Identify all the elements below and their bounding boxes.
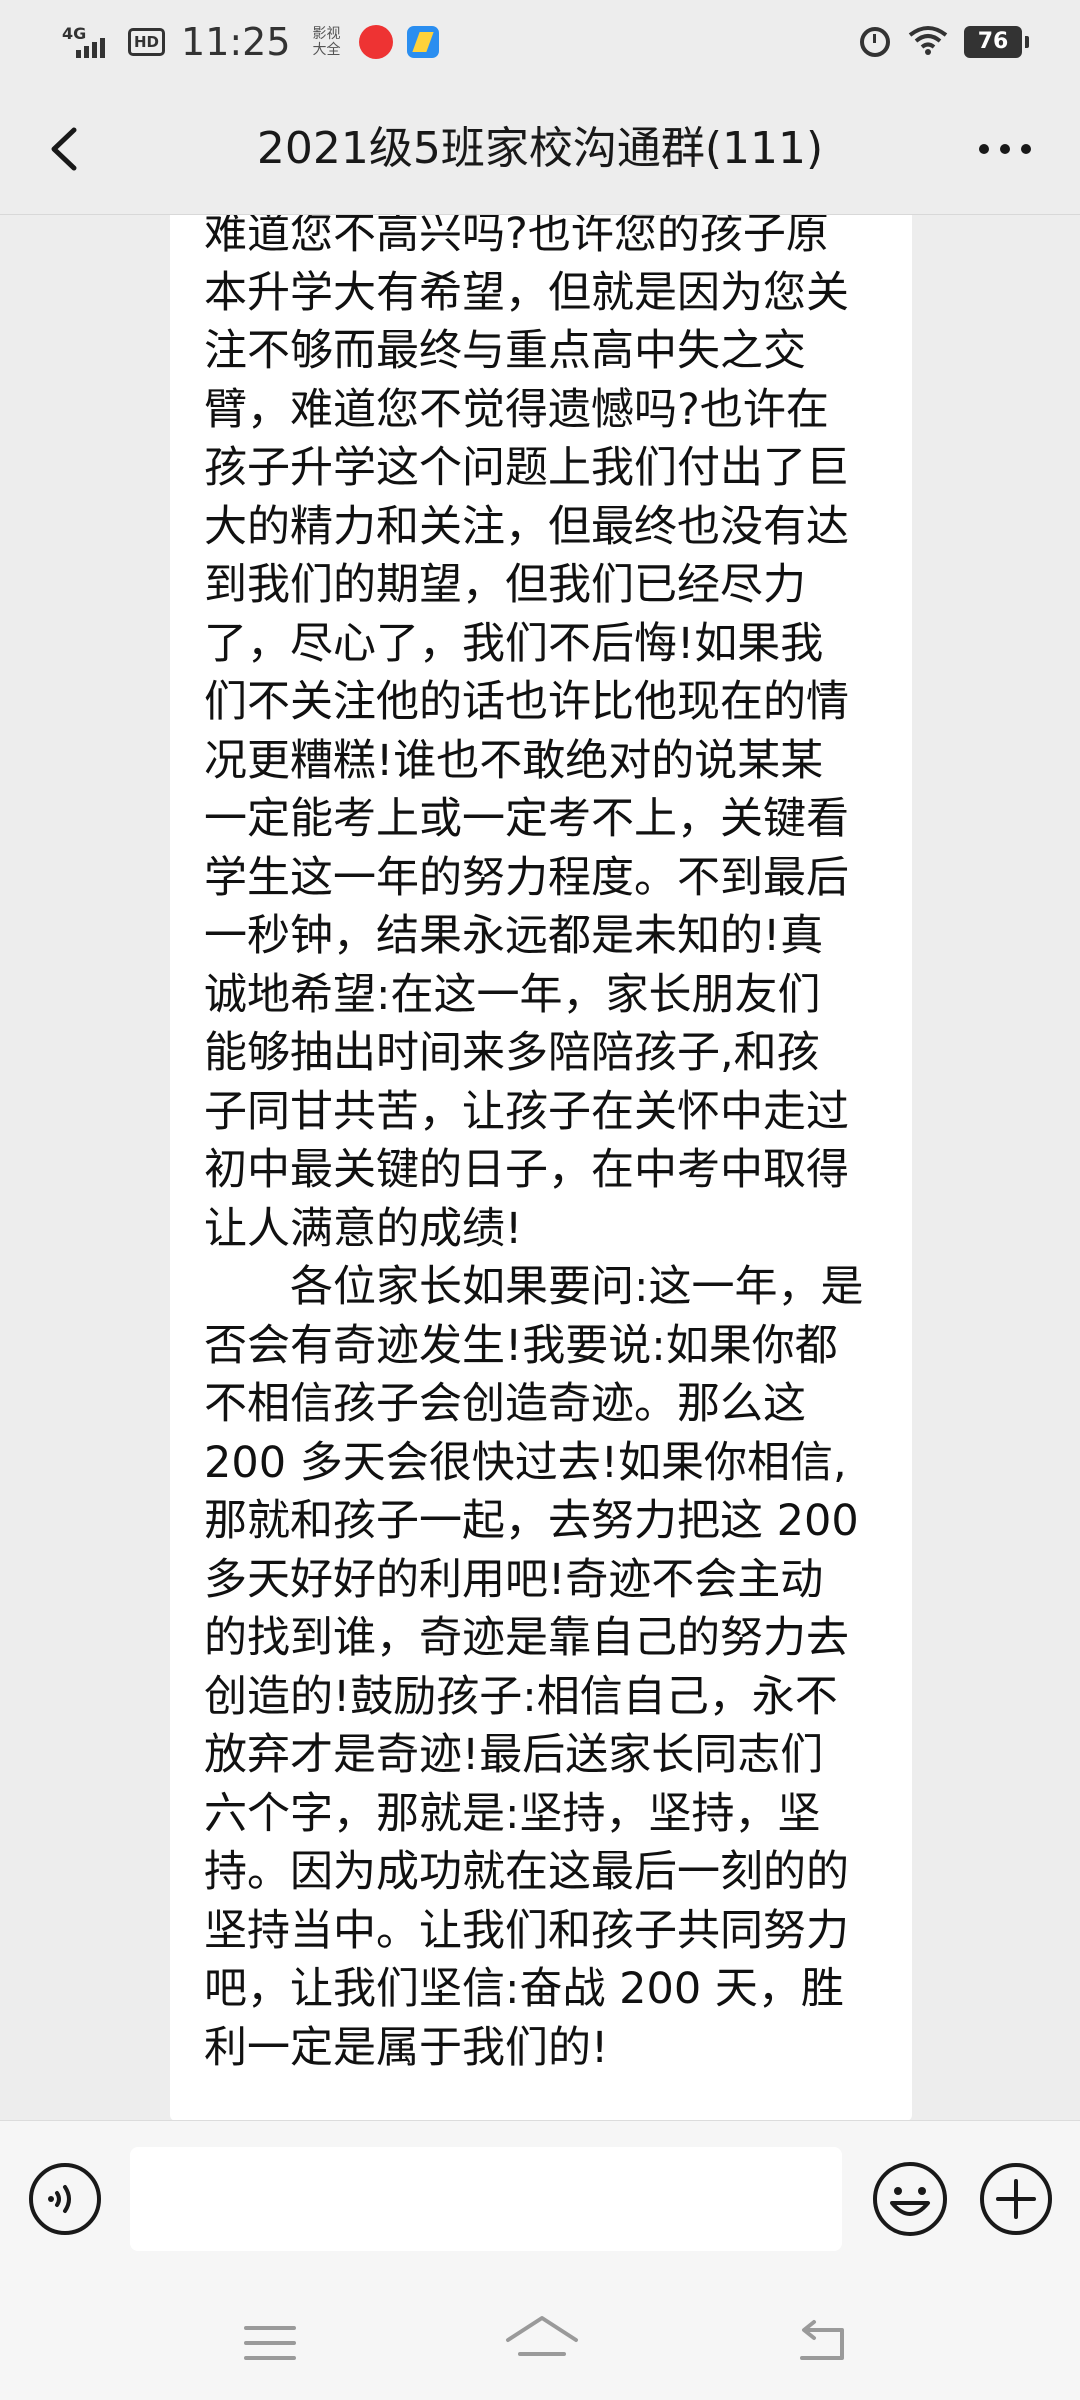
message-line: 让人满意的成绩! (204, 1203, 523, 1254)
back-nav-button[interactable] (792, 2316, 852, 2370)
menu-icon (244, 2326, 296, 2360)
back-button[interactable] (30, 114, 100, 184)
battery-indicator: 76 (964, 26, 1029, 58)
message-line: 一定能考上或一定考不上，关键看 (204, 794, 849, 844)
voice-button[interactable] (27, 2161, 103, 2237)
system-navigation-bar (0, 2290, 1080, 2400)
message-line: 多天好好的利用吧!奇迹不会主动 (204, 1554, 824, 1605)
message-line: 况更糟糕!谁也不敢绝对的说某某 (204, 735, 824, 786)
message-line: 本升学大有希望，但就是因为您关 (204, 267, 849, 318)
home-button[interactable] (500, 2310, 584, 2374)
message-line: 持。因为成功就在这最后一刻的的 (204, 1847, 849, 1897)
message-line: 六个字，那就是:坚持，坚持，坚 (204, 1788, 821, 1839)
message-line: 能够抽出时间来多陪陪孩子,和孩 (204, 1028, 820, 1078)
message-line: 孩子升学这个问题上我们付出了巨 (204, 443, 849, 493)
back-icon (800, 2320, 844, 2360)
recent-apps-button[interactable] (240, 2318, 300, 2368)
message-line: 臂，难道您不觉得遗憾吗?也许在 (204, 384, 829, 435)
message-line: 创造的!鼓励孩子:相信自己，永不 (204, 1671, 838, 1722)
emoji-button[interactable] (870, 2159, 950, 2239)
message-line: 吧，让我们坚信:奋战 200 天，胜 (204, 1964, 844, 2014)
message-line: 们不关注他的话也许比他现在的情 (204, 677, 849, 727)
more-functions-button[interactable] (978, 2161, 1054, 2237)
message-line: 不相信孩子会创造奇迹。那么这 (204, 1379, 806, 1429)
chat-message-area[interactable]: 难道您不高兴吗?也许您的孩子原本升学大有希望，但就是因为您关 注不够而最终与重点高… (0, 215, 1080, 2120)
plus-icon (980, 2163, 1052, 2235)
message-line: 放弃才是奇迹!最后送家长同志们 (204, 1730, 824, 1780)
status-bar: 4G HD 11:25 影视大全 76 (0, 0, 1080, 84)
message-line: 了，尽心了，我们不后悔!如果我 (204, 618, 824, 669)
message-line: 难道您不高兴吗?也许您的孩子原 (204, 215, 829, 259)
message-line: 坚持当中。让我们和孩子共同努力 (204, 1905, 849, 1956)
message-text: 难道您不高兴吗?也许您的孩子原本升学大有希望，但就是因为您关 注不够而最终与重点高… (204, 215, 886, 2077)
message-line: 利一定是属于我们的! (204, 2022, 609, 2073)
message-line: 诚地希望:在这一年，家长朋友们 (204, 969, 821, 1020)
message-line: 各位家长如果要问:这一年，是 (204, 1262, 864, 1312)
input-bar (0, 2120, 1080, 2291)
message-line: 否会有奇迹发生!我要说:如果你都 (204, 1320, 838, 1371)
notification-app-icon (358, 25, 393, 59)
message-line: 一秒钟，结果永远都是未知的!真 (204, 911, 824, 961)
voice-icon (29, 2163, 101, 2235)
lightning-app-icon (406, 26, 439, 58)
message-line: 那就和孩子一起，去努力把这 200 (204, 1496, 859, 1546)
chat-title: 2021级5班家校沟通群(111) (256, 123, 824, 174)
status-time: 11:25 (181, 20, 291, 64)
message-line: 到我们的期望，但我们已经尽力 (204, 560, 806, 610)
cellular-signal-icon: 4G (62, 22, 114, 62)
message-line: 大的精力和关注，但最终也没有达 (204, 501, 849, 552)
message-line: 学生这一年的努力程度。不到最后 (204, 852, 849, 903)
status-left: 4G HD 11:25 影视大全 (62, 14, 439, 70)
message-line: 的找到谁，奇迹是靠自己的努力去 (204, 1613, 849, 1663)
message-line: 注不够而最终与重点高中失之交 (204, 326, 806, 376)
wifi-icon (908, 25, 948, 59)
video-app-icon: 影视大全 (312, 26, 341, 58)
home-icon (506, 2316, 578, 2356)
hd-badge: HD (128, 28, 166, 56)
message-line: 200 多天会很快过去!如果你相信, (204, 1437, 847, 1488)
message-input[interactable] (130, 2147, 842, 2251)
emoji-icon (873, 2162, 947, 2236)
chevron-left-icon (51, 127, 77, 171)
message-line: 子同甘共苦，让孩子在关怀中走过 (204, 1086, 849, 1137)
chat-header: 2021级5班家校沟通群(111) (0, 84, 1080, 215)
status-right: 76 (860, 14, 1029, 70)
message-bubble[interactable]: 难道您不高兴吗?也许您的孩子原本升学大有希望，但就是因为您关 注不够而最终与重点高… (170, 215, 912, 2120)
more-options-button[interactable] (970, 122, 1040, 176)
alarm-icon (860, 27, 890, 57)
more-horizontal-icon (979, 144, 1031, 154)
message-line: 初中最关键的日子，在中考中取得 (204, 1145, 849, 1195)
